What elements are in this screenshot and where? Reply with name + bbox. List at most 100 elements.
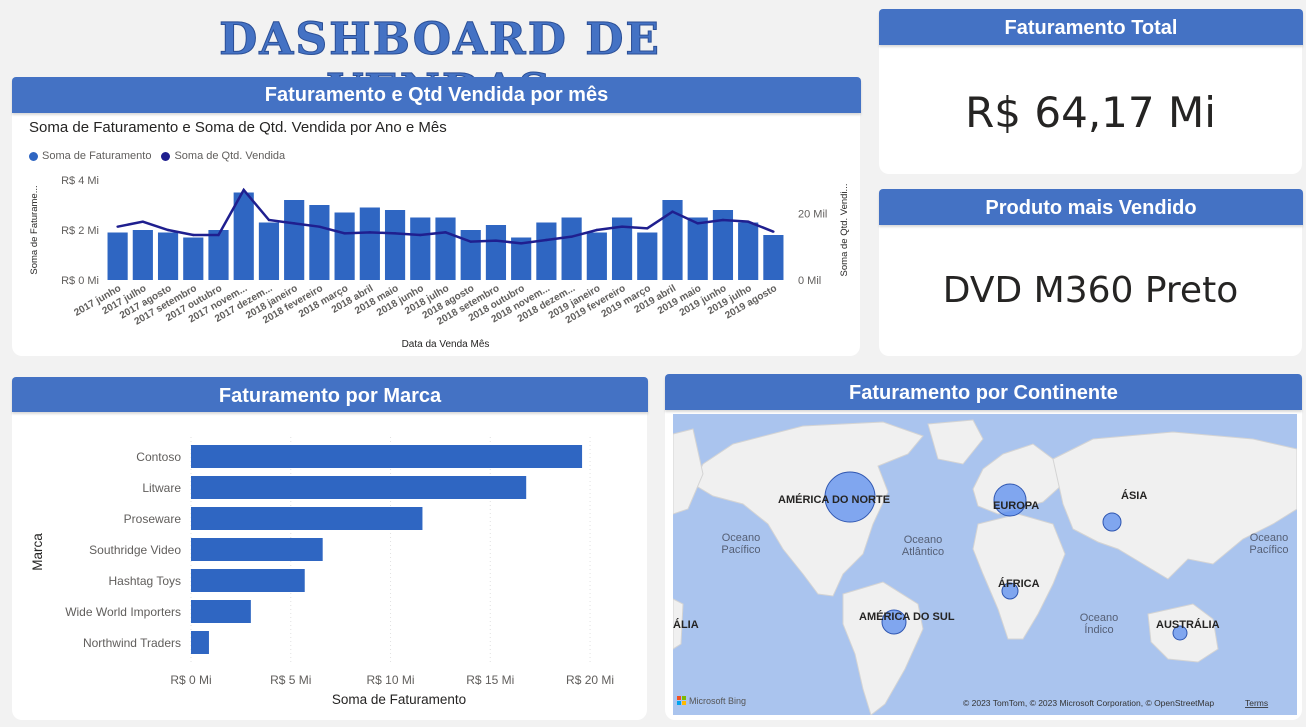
point-qtd-vendida[interactable]	[166, 228, 170, 232]
bar-faturamento[interactable]	[359, 207, 380, 281]
combo-legend[interactable]: Soma de Faturamento Soma de Qtd. Vendida	[29, 150, 285, 162]
bubble-asia[interactable]	[1102, 512, 1122, 532]
point-qtd-vendida[interactable]	[242, 188, 245, 192]
point-qtd-vendida[interactable]	[746, 220, 750, 223]
point-qtd-vendida[interactable]	[772, 230, 775, 233]
y-left-tick: R$ 4 Mi	[61, 175, 99, 187]
bar-faturamento[interactable]	[586, 232, 607, 281]
ocean1-l1: Oceano	[722, 532, 761, 544]
bar-faturamento[interactable]	[561, 217, 582, 281]
bar-marca[interactable]	[191, 569, 305, 592]
kpi-product-header: Produto mais Vendido	[879, 189, 1303, 225]
y-tick-label: Litware	[142, 481, 181, 495]
map-header: Faturamento por Continente	[665, 374, 1302, 410]
bar-faturamento[interactable]	[157, 232, 179, 281]
y-tick-label: Contoso	[136, 450, 181, 464]
bar-marca[interactable]	[191, 445, 583, 468]
point-qtd-vendida[interactable]	[519, 242, 523, 245]
bar-marca[interactable]	[191, 631, 209, 654]
y-tick-label: Southridge Video	[89, 543, 181, 557]
label-australia-partial: ÁLIA	[673, 618, 699, 631]
point-qtd-vendida[interactable]	[545, 238, 548, 242]
bar-faturamento[interactable]	[132, 230, 153, 280]
point-qtd-vendida[interactable]	[267, 218, 271, 222]
bar-faturamento[interactable]	[410, 217, 431, 281]
point-qtd-vendida[interactable]	[671, 210, 674, 213]
ocean4-l1: Oceano	[1250, 532, 1289, 544]
x-tick-label: R$ 20 Mi	[566, 673, 614, 687]
y-tick-label: Hashtag Toys	[109, 574, 182, 588]
combo-chart[interactable]: R$ 0 Mi R$ 2 Mi R$ 4 Mi 0 Mil 20 Mil Soma de …	[12, 165, 860, 355]
label-oceano-atlantico: Oceano Atlântico	[902, 534, 944, 558]
kpi-total-value: R$ 64,17 Mi	[965, 88, 1216, 137]
ocean2-l2: Atlântico	[902, 546, 944, 558]
point-qtd-vendida[interactable]	[141, 220, 145, 223]
bar-marca[interactable]	[191, 600, 251, 623]
point-qtd-vendida[interactable]	[318, 225, 321, 228]
point-qtd-vendida[interactable]	[570, 235, 573, 238]
point-qtd-vendida[interactable]	[444, 231, 447, 234]
point-qtd-vendida[interactable]	[595, 228, 599, 232]
point-qtd-vendida[interactable]	[721, 218, 725, 222]
kpi-total-header: Faturamento Total	[879, 9, 1303, 45]
point-qtd-vendida[interactable]	[469, 240, 472, 243]
ocean3-l2: Índico	[1084, 623, 1113, 636]
map-copyright: © 2023 TomTom, © 2023 Microsoft Corporat…	[963, 698, 1214, 708]
x-tick-label: R$ 15 Mi	[466, 673, 514, 687]
map-terms-link[interactable]: Terms	[1245, 698, 1268, 708]
bar-faturamento[interactable]	[107, 232, 128, 281]
bar-faturamento[interactable]	[309, 205, 330, 280]
point-qtd-vendida[interactable]	[292, 222, 296, 225]
bar-faturamento[interactable]	[763, 235, 784, 280]
legend-label-faturamento: Soma de Faturamento	[42, 150, 152, 162]
y-left-tick: R$ 0 Mi	[61, 275, 99, 287]
legend-dot-qtd	[161, 151, 171, 161]
point-qtd-vendida[interactable]	[116, 225, 119, 228]
point-qtd-vendida[interactable]	[696, 222, 699, 225]
combo-chart-header: Faturamento e Qtd Vendida por mês	[12, 77, 861, 113]
bar-faturamento[interactable]	[258, 222, 280, 281]
point-qtd-vendida[interactable]	[419, 233, 422, 237]
label-america-do-norte: AMÉRICA DO NORTE	[778, 493, 890, 506]
x-tick-label: R$ 0 Mi	[170, 673, 211, 687]
world-map[interactable]: AMÉRICA DO NORTE EUROPA ÁSIA ÁFRICA AMÉR…	[673, 414, 1297, 715]
x-axis-title: Soma de Faturamento	[332, 692, 466, 707]
bar-faturamento[interactable]	[637, 232, 658, 281]
label-africa: ÁFRICA	[998, 577, 1040, 590]
ocean1-l2: Pacífico	[721, 544, 760, 556]
brand-chart[interactable]: Contoso Litware Proseware Southridge Video H…	[12, 412, 647, 717]
point-qtd-vendida[interactable]	[494, 239, 498, 242]
bar-faturamento[interactable]	[435, 217, 456, 281]
bar-faturamento[interactable]	[183, 237, 204, 281]
point-qtd-vendida[interactable]	[343, 232, 346, 235]
bar-faturamento[interactable]	[460, 230, 481, 280]
bar-marca[interactable]	[191, 507, 423, 530]
bar-faturamento[interactable]	[738, 222, 759, 281]
bar-faturamento[interactable]	[334, 212, 355, 281]
label-asia: ÁSIA	[1121, 489, 1147, 502]
bar-faturamento[interactable]	[233, 192, 254, 281]
point-qtd-vendida[interactable]	[393, 232, 397, 235]
y-right-tick: 20 Mil	[798, 208, 827, 220]
point-qtd-vendida[interactable]	[368, 231, 372, 234]
label-oceano-indico: Oceano Índico	[1080, 612, 1119, 636]
y-right-axis-title: Soma de Qtd. Vendi...	[839, 184, 850, 277]
bar-marca[interactable]	[191, 538, 323, 561]
point-qtd-vendida[interactable]	[620, 225, 624, 228]
legend-label-qtd: Soma de Qtd. Vendida	[174, 150, 286, 162]
bar-faturamento[interactable]	[536, 222, 557, 281]
bar-faturamento[interactable]	[384, 210, 406, 280]
ocean4-l2: Pacífico	[1249, 544, 1288, 556]
bar-faturamento[interactable]	[687, 217, 708, 281]
kpi-product-value: DVD M360 Preto	[942, 270, 1239, 311]
y-axis-title: Marca	[30, 533, 45, 571]
bar-marca[interactable]	[191, 476, 527, 499]
bar-faturamento[interactable]	[485, 225, 507, 280]
point-qtd-vendida[interactable]	[646, 227, 649, 230]
bar-faturamento[interactable]	[284, 200, 305, 280]
bar-faturamento[interactable]	[208, 230, 229, 280]
point-qtd-vendida[interactable]	[192, 233, 195, 237]
y-tick-label: Northwind Traders	[83, 636, 181, 650]
y-tick-label: Wide World Importers	[65, 605, 181, 619]
point-qtd-vendida[interactable]	[217, 233, 220, 237]
